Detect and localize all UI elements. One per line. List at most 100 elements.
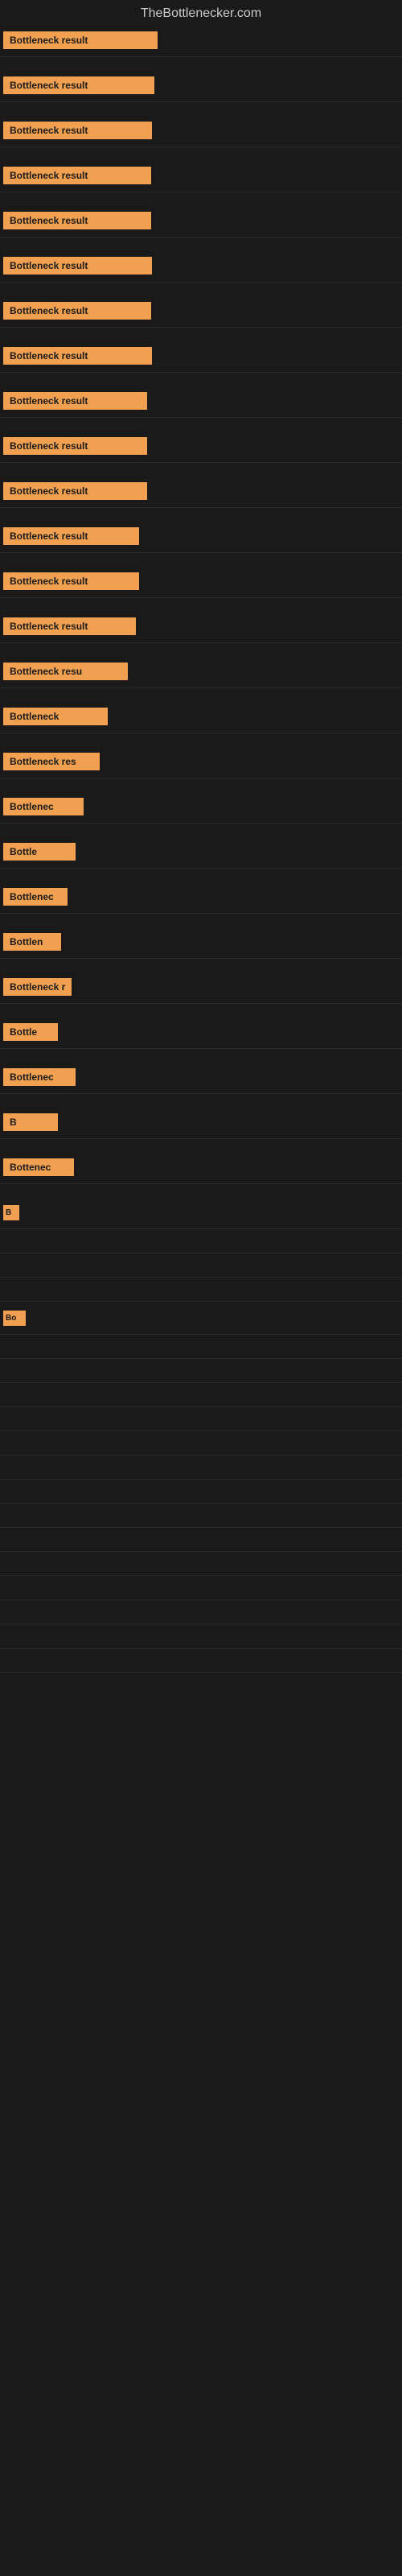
empty-row: [0, 1649, 402, 1673]
list-item[interactable]: Bottenec: [0, 1151, 402, 1184]
bottleneck-badge: Bottle: [3, 1023, 58, 1041]
empty-row: [0, 1552, 402, 1576]
empty-row: [0, 1431, 402, 1455]
list-item[interactable]: Bottleneck result: [0, 610, 402, 643]
empty-row: [0, 1455, 402, 1480]
bottleneck-badge: Bottleneck result: [3, 482, 147, 500]
list-item[interactable]: Bottle: [0, 836, 402, 869]
list-item[interactable]: Bottleneck result: [0, 24, 402, 57]
empty-row: [0, 1253, 402, 1278]
list-item[interactable]: Bottleneck resu: [0, 655, 402, 688]
list-item[interactable]: Bottleneck result: [0, 565, 402, 598]
bar-area: [71, 886, 399, 908]
bottleneck-badge: Bottleneck: [3, 708, 108, 725]
bottleneck-badge: Bottleneck result: [3, 392, 147, 410]
list-item[interactable]: Bottleneck result: [0, 430, 402, 463]
bar-area: [155, 345, 399, 367]
bar-area: [79, 840, 399, 863]
empty-row: [0, 1229, 402, 1253]
bar-area: [150, 390, 399, 412]
empty-row: [0, 1504, 402, 1528]
bar-area: [150, 480, 399, 502]
list-item[interactable]: Bottleneck result: [0, 340, 402, 373]
bottleneck-badge: B: [3, 1113, 58, 1131]
bar-area: [131, 660, 399, 683]
bottleneck-badge: Bottleneck result: [3, 76, 154, 94]
bottleneck-badge: Bottleneck result: [3, 257, 152, 275]
bottleneck-badge: Bottlenec: [3, 798, 84, 815]
list-item[interactable]: Bottleneck r: [0, 971, 402, 1004]
empty-row: [0, 1335, 402, 1359]
list-item[interactable]: B: [0, 1196, 402, 1229]
bottleneck-badge: Bottlenec: [3, 1068, 76, 1086]
bottleneck-badge: Bottleneck result: [3, 527, 139, 545]
bottleneck-badge: Bottleneck result: [3, 617, 136, 635]
bar-area: [79, 1066, 399, 1088]
list-item[interactable]: Bottleneck result: [0, 385, 402, 418]
bottleneck-badge: Bottlen: [3, 933, 61, 951]
bar-area: [61, 1111, 399, 1133]
bottleneck-badge: Bottleneck result: [3, 167, 151, 184]
bottleneck-badge: Bottleneck result: [3, 31, 158, 49]
list-item[interactable]: Bottleneck result: [0, 114, 402, 147]
bottleneck-badge: Bottleneck result: [3, 302, 151, 320]
list-item[interactable]: Bottleneck: [0, 700, 402, 733]
list-item[interactable]: Bottlen: [0, 926, 402, 959]
bottleneck-badge: Bottle: [3, 843, 76, 861]
empty-row: [0, 1407, 402, 1431]
bottleneck-badge: Bottleneck result: [3, 572, 139, 590]
empty-row: [0, 1383, 402, 1407]
site-title: TheBottlenecker.com: [0, 0, 402, 24]
list-item[interactable]: Bottleneck result: [0, 159, 402, 192]
empty-row: [0, 1576, 402, 1600]
bar-area: [61, 1021, 399, 1043]
bottleneck-badge: Bottenec: [3, 1158, 74, 1176]
list-item[interactable]: Bottleneck result: [0, 204, 402, 237]
bar-area: [75, 976, 399, 998]
bottleneck-badge: Bottleneck r: [3, 978, 72, 996]
bar-area: [139, 615, 399, 638]
bar-area: [155, 254, 399, 277]
bottleneck-badge: Bottleneck result: [3, 212, 151, 229]
bottleneck-badge: Bottleneck res: [3, 753, 100, 770]
bottleneck-badge: Bottlenec: [3, 888, 68, 906]
list-item[interactable]: Bottleneck result: [0, 475, 402, 508]
bottleneck-badge: Bottleneck resu: [3, 663, 128, 680]
bar-area: [77, 1156, 399, 1179]
list-item[interactable]: Bottle: [0, 1016, 402, 1049]
bottleneck-badge: B: [3, 1205, 19, 1220]
empty-row: [0, 1600, 402, 1624]
bottleneck-badge: Bottleneck result: [3, 437, 147, 455]
empty-row: [0, 1278, 402, 1302]
bar-area: [87, 795, 399, 818]
bar-area: [154, 164, 399, 187]
list-item[interactable]: B: [0, 1106, 402, 1139]
items-list: Bottleneck result Bottleneck result Bott…: [0, 24, 402, 1673]
bar-area: [154, 299, 399, 322]
list-item[interactable]: Bottlenec: [0, 791, 402, 824]
list-item[interactable]: Bottleneck result: [0, 520, 402, 553]
list-item[interactable]: Bottleneck result: [0, 295, 402, 328]
bar-area: [23, 1201, 399, 1224]
list-item[interactable]: Bottleneck res: [0, 745, 402, 778]
empty-row: [0, 1528, 402, 1552]
bar-area: [103, 750, 399, 773]
empty-row: [0, 1480, 402, 1504]
bottleneck-badge: Bo: [3, 1311, 26, 1326]
bar-area: [64, 931, 399, 953]
bar-area: [150, 435, 399, 457]
list-item[interactable]: Bottlenec: [0, 1061, 402, 1094]
list-item[interactable]: Bottlenec: [0, 881, 402, 914]
bar-area: [142, 570, 399, 592]
empty-row: [0, 1359, 402, 1383]
bar-area: [142, 525, 399, 547]
bar-area: [154, 209, 399, 232]
list-item[interactable]: Bo: [0, 1302, 402, 1335]
empty-row: [0, 1624, 402, 1649]
bar-area: [29, 1307, 399, 1329]
bar-area: [161, 29, 399, 52]
list-item[interactable]: Bottleneck result: [0, 69, 402, 102]
list-item[interactable]: Bottleneck result: [0, 250, 402, 283]
bar-area: [158, 74, 399, 97]
bar-area: [111, 705, 399, 728]
